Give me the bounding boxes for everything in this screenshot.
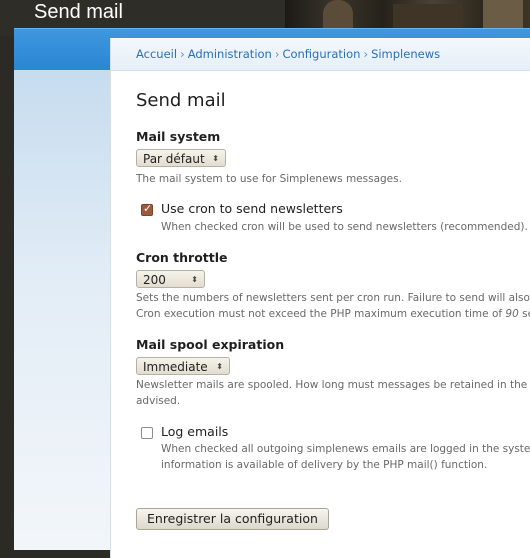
spool-expiration-label: Mail spool expiration [136,337,285,352]
spool-expiration-select[interactable]: Immediate ⬍ [136,357,230,375]
save-configuration-button[interactable]: Enregistrer la configuration [136,508,329,530]
use-cron-description: When checked cron will be used to send n… [161,221,530,233]
log-emails-checkbox[interactable] [141,427,153,439]
spool-expiration-description-line2: advised. [136,395,181,407]
mail-system-description: The mail system to use for Simplenews me… [136,173,402,185]
statue-image-part [393,4,463,30]
page-title: Send mail [136,90,226,111]
breadcrumb-separator: › [274,47,280,61]
breadcrumb-link-simplenews[interactable]: Simplenews [371,47,440,61]
breadcrumb: Accueil › Administration › Configuration › Sim… [136,47,440,61]
use-cron-label[interactable]: Use cron to send newsletters [161,201,343,216]
updown-arrow-icon: ⬍ [212,154,219,163]
cron-throttle-description-line2: Cron execution must not exceed the PHP m… [136,306,530,323]
breadcrumb-separator: › [363,47,369,61]
log-emails-description-line1: When checked all outgoing simplenews ema… [161,443,530,455]
cron-throttle-label: Cron throttle [136,250,228,265]
spool-expiration-description-line1: Newsletter mails are spooled. How long m… [136,379,530,391]
mail-system-select[interactable]: Par défaut ⬍ [136,149,226,167]
breadcrumb-separator: › [180,47,185,61]
breadcrumb-link-administration[interactable]: Administration [188,47,272,61]
breadcrumb-link-accueil[interactable]: Accueil [136,47,177,61]
cron-throttle-description-line1: Sets the numbers of newsletters sent per… [136,292,530,304]
updown-arrow-icon: ⬍ [216,362,223,371]
spool-expiration-value: Immediate [143,360,208,374]
cron-throttle-value: 200 [143,273,166,287]
cron-throttle-time-value: 90 [505,308,519,320]
updown-arrow-icon: ⬍ [191,275,198,284]
cron-throttle-description-suffix: sec [522,308,530,320]
mail-system-label: Mail system [136,129,221,144]
breadcrumb-bar: Accueil › Administration › Configuration › Sim… [111,38,530,71]
header-photo [285,0,530,30]
statue-image-part [323,0,353,30]
cron-throttle-select[interactable]: 200 ⬍ [136,270,205,288]
breadcrumb-link-configuration[interactable]: Configuration [282,47,360,61]
log-emails-description-line2: information is available of delivery by … [161,459,488,471]
log-emails-label[interactable]: Log emails [161,424,228,439]
mail-system-value: Par défaut [143,152,205,166]
use-cron-checkbox[interactable] [141,202,153,216]
content-panel: Accueil › Administration › Configuration › Sim… [110,38,530,558]
cron-throttle-description-prefix: Cron execution must not exceed the PHP m… [136,308,506,320]
site-header-title: Send mail [34,1,123,23]
overlay-side-gradient [14,70,110,550]
statue-image-part [483,0,523,30]
admin-overlay: Accueil › Administration › Configuration › Sim… [14,28,530,558]
